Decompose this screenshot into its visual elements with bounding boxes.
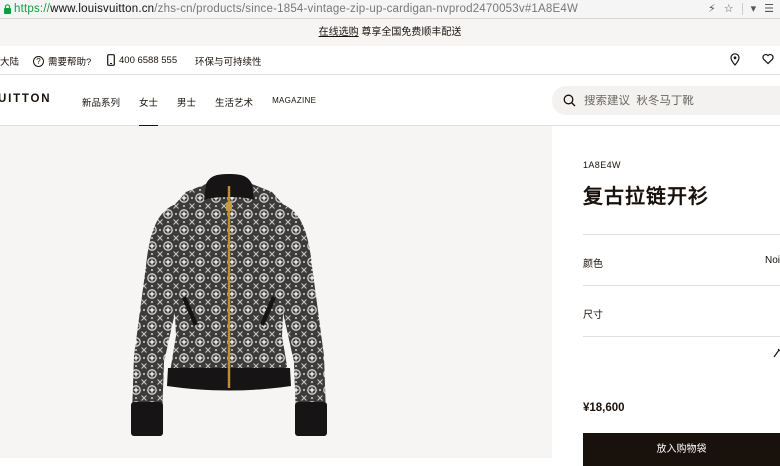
utility-bar: 大陆 ? 需要帮助? 400 6588 555 环保与可持续性	[0, 46, 780, 75]
nav-item-new[interactable]: 新品系列	[82, 95, 120, 109]
nav-item-living[interactable]: 生活艺术	[215, 95, 253, 109]
phone-number: 400 6588 555	[119, 54, 178, 66]
wishlist-heart-icon[interactable]	[762, 53, 774, 65]
browser-address-bar[interactable]: https://www.louisvuitton.cn/zhs-cn/produ…	[0, 0, 780, 19]
toolbar-divider	[741, 3, 743, 15]
size-label: 尺寸	[583, 310, 603, 321]
color-label: 颜色	[583, 259, 603, 270]
sustainability-link[interactable]: 环保与可持续性	[195, 54, 262, 68]
search-input[interactable]	[584, 94, 774, 107]
help-label: 需要帮助?	[48, 57, 92, 68]
dropdown-arrow-icon[interactable]: ▾	[751, 2, 757, 16]
region-selector[interactable]: 大陆	[0, 54, 19, 68]
section-divider	[583, 336, 780, 337]
region-label: 大陆	[0, 57, 20, 68]
product-price: ¥18,600	[583, 402, 625, 414]
url-text[interactable]: https://www.louisvuitton.cn/zhs-cn/produ…	[14, 2, 578, 16]
lightning-icon[interactable]: ⚡	[708, 2, 716, 16]
promo-text: 尊享全国免费顺丰配送	[358, 27, 462, 38]
url-host: www.louisvuitton.cn	[50, 3, 155, 15]
product-info-panel: 1A8E4W 复古拉链开衫 颜色 Noi 尺寸 ¥18,600 放入购物袋	[552, 126, 780, 466]
color-selector[interactable]: 颜色 Noi	[583, 234, 780, 285]
search-bar[interactable]	[552, 86, 780, 115]
add-to-cart-button[interactable]: 放入购物袋	[583, 433, 780, 466]
promo-banner: 在线选购 尊享全国免费顺丰配送	[0, 19, 780, 46]
product-sku: 1A8E4W	[583, 160, 621, 170]
size-selector[interactable]: 尺寸	[583, 285, 780, 336]
nav-item-women[interactable]: 女士	[139, 95, 159, 127]
product-image-area[interactable]	[0, 126, 552, 458]
phone-icon	[107, 54, 115, 66]
menu-icon[interactable]: ☰	[764, 2, 774, 16]
nav-item-men[interactable]: 男士	[177, 95, 196, 109]
url-scheme: https://	[14, 3, 51, 15]
sustainability-label: 环保与可持续性	[195, 57, 262, 68]
main-navigation: UITTON 新品系列 女士 男士 生活艺术 MAGAZINE	[0, 75, 780, 127]
url-path: /zhs-cn/products/since-1854-vintage-zip-…	[154, 3, 579, 15]
question-icon: ?	[33, 55, 44, 67]
color-value: Noi	[764, 255, 780, 266]
star-icon[interactable]: ☆	[724, 2, 734, 16]
lock-icon	[4, 4, 11, 14]
phone-link[interactable]: 400 6588 555	[107, 54, 177, 66]
ruler-icon[interactable]	[773, 348, 780, 358]
product-title: 复古拉链开衫	[583, 186, 709, 208]
search-icon	[563, 94, 576, 107]
jacket-product-image[interactable]	[0, 126, 552, 458]
location-pin-icon[interactable]	[730, 53, 740, 66]
nav-item-magazine[interactable]: MAGAZINE	[272, 96, 316, 109]
shop-online-link[interactable]: 在线选购	[319, 27, 359, 38]
brand-logo[interactable]: UITTON	[0, 93, 51, 105]
help-link[interactable]: ? 需要帮助?	[33, 54, 91, 68]
